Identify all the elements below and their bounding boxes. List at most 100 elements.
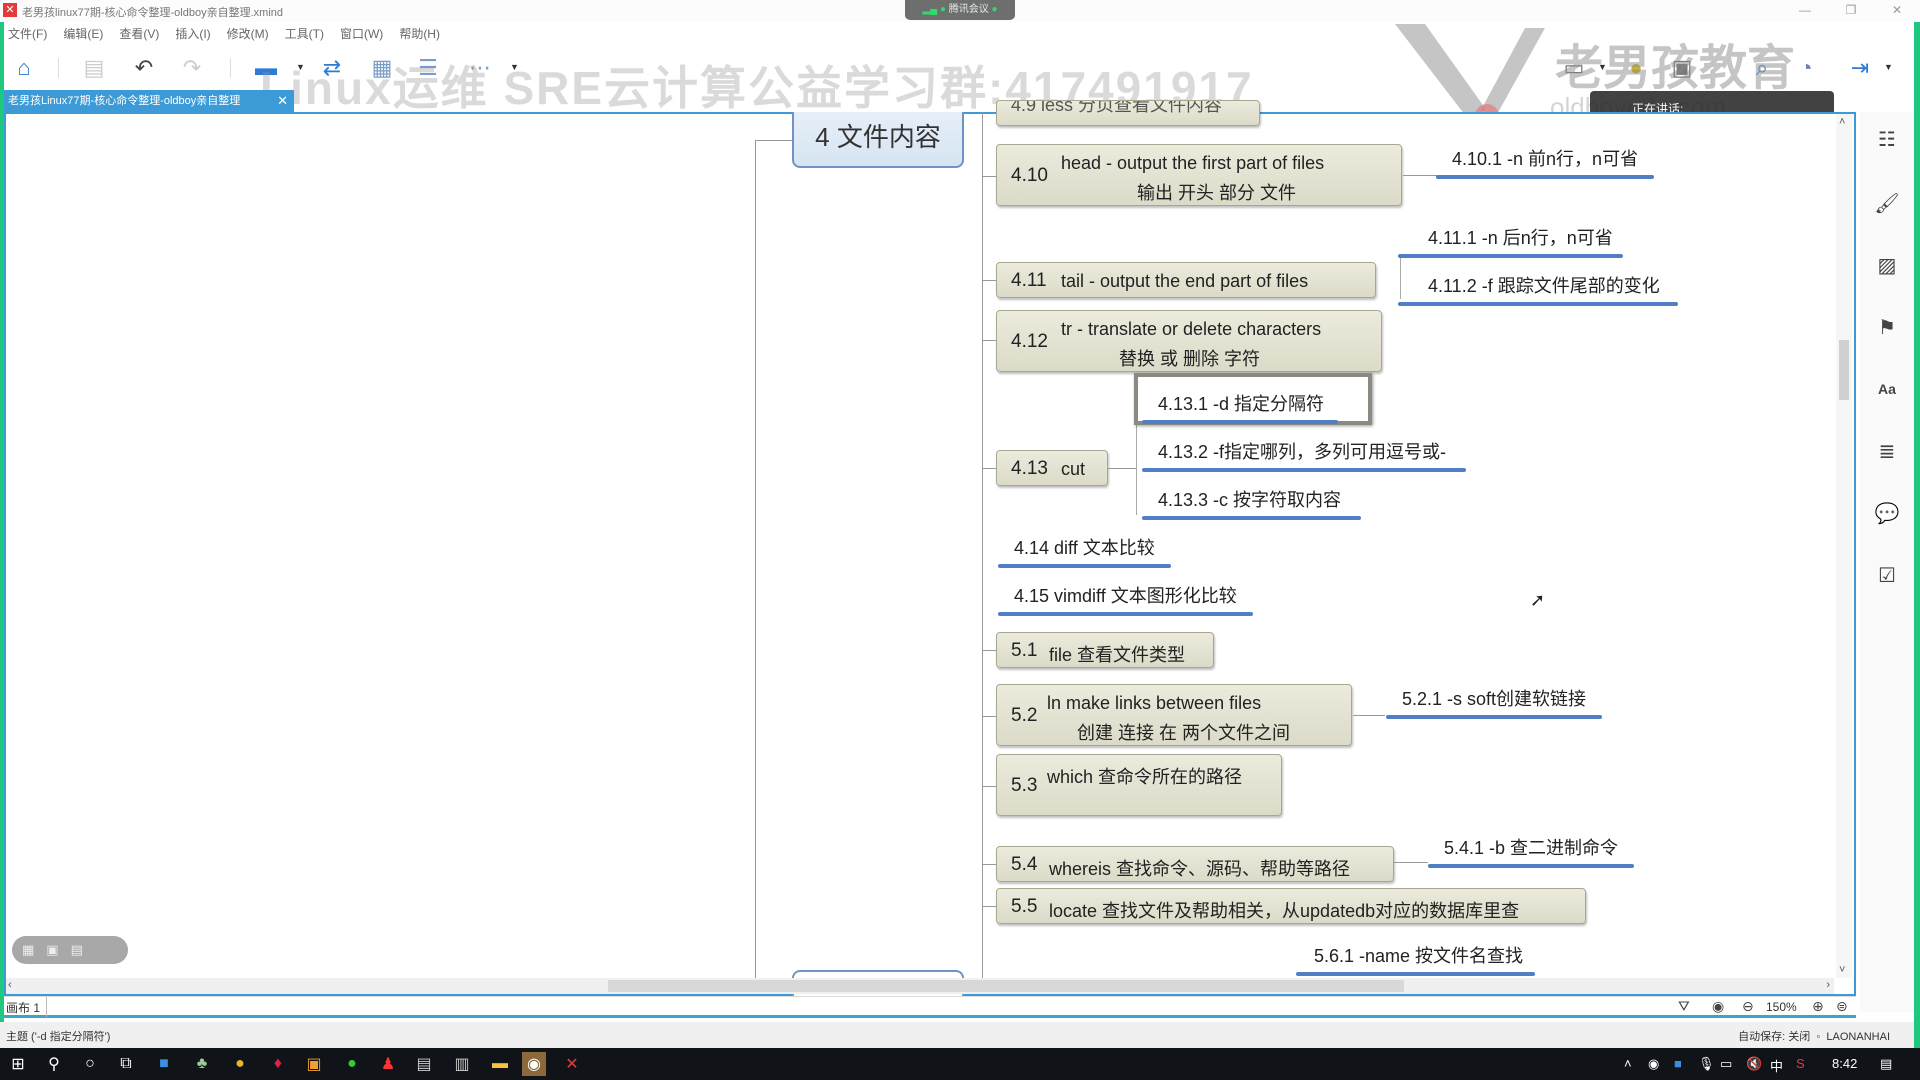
menu-window[interactable]: 窗口(W) xyxy=(338,22,391,44)
relationship-icon[interactable]: ⇄ xyxy=(318,54,346,82)
chevron-down-icon[interactable]: ▼ xyxy=(510,62,519,72)
zoom-in-icon[interactable]: ⊕ xyxy=(1812,998,1824,1015)
more-icon[interactable]: ⋯ xyxy=(466,54,494,82)
summary-icon[interactable]: ▦ xyxy=(368,54,396,82)
topic-node-4-14[interactable]: 4.14 diff 文本比较 xyxy=(998,534,1171,568)
image-icon[interactable]: ▣ xyxy=(1668,54,1696,82)
filter-icon[interactable]: ⛛ xyxy=(1678,998,1690,1015)
topic-node-5-3[interactable]: 5.3 which 查命令所在的路径 xyxy=(996,754,1282,816)
zoom-menu-icon[interactable]: ⊜ xyxy=(1836,998,1848,1015)
search-icon[interactable]: ⚲ xyxy=(42,1052,66,1076)
app-icon[interactable]: ♦ xyxy=(266,1052,290,1076)
meeting-indicator[interactable]: ▂▄ ● 腾讯会议 ● xyxy=(905,0,1015,20)
topic-node-4-13[interactable]: 4.13 cut xyxy=(996,450,1108,486)
grid-icon[interactable]: ▦ xyxy=(22,942,34,958)
redo-icon[interactable]: ↷ xyxy=(178,54,206,82)
tray-app-icon[interactable]: ■ xyxy=(1674,1056,1682,1071)
subtopic-4-11-2[interactable]: 4.11.2 -f 跟踪文件尾部的变化 xyxy=(1398,272,1678,306)
clock[interactable]: 8:42 xyxy=(1832,1056,1857,1071)
fit-icon[interactable]: ▣ xyxy=(46,942,58,958)
menu-file[interactable]: 文件(F) xyxy=(6,22,55,44)
subtopic-5-4-1[interactable]: 5.4.1 -b 查二进制命令 xyxy=(1428,834,1635,868)
tray-app-icon[interactable]: ◉ xyxy=(1648,1056,1659,1072)
app-icon[interactable]: ■ xyxy=(152,1052,176,1076)
wechat-icon[interactable]: ● xyxy=(340,1052,364,1076)
subtopic-5-6-1[interactable]: 5.6.1 -name 按文件名查找 xyxy=(1296,942,1536,976)
search-icon[interactable]: ⌕ xyxy=(1748,54,1776,82)
app-icon[interactable]: ▤ xyxy=(412,1052,436,1076)
share-icon[interactable]: ◔ xyxy=(1792,54,1820,82)
qq-icon[interactable]: ♟ xyxy=(376,1052,400,1076)
format-brush-icon[interactable]: 🖌 xyxy=(1874,190,1900,216)
file-explorer-icon[interactable]: ▬ xyxy=(488,1052,512,1076)
export-icon[interactable]: ⇥ xyxy=(1846,54,1874,82)
image-icon[interactable]: ▨ xyxy=(1874,252,1900,278)
topic-node-5-2[interactable]: 5.2 ln make links between files 创建 连接 在 … xyxy=(996,684,1352,746)
chevron-down-icon[interactable]: ▼ xyxy=(1598,62,1607,72)
topic-node-4-15[interactable]: 4.15 vimdiff 文本图形化比较 xyxy=(998,582,1253,616)
app-icon[interactable]: ▣ xyxy=(302,1052,326,1076)
topic-node-4-12[interactable]: 4.12 tr - translate or delete characters… xyxy=(996,310,1382,372)
subtopic-4-13-3[interactable]: 4.13.3 -c 按字符取内容 xyxy=(1142,486,1362,520)
save-icon[interactable]: ▤ xyxy=(80,54,108,82)
marker-icon[interactable]: ● xyxy=(1622,54,1650,82)
comments-icon[interactable]: 💬 xyxy=(1874,500,1900,526)
tray-expand-icon[interactable]: ˄ xyxy=(1624,1056,1632,1071)
flag-marker-icon[interactable]: ⚑ xyxy=(1874,314,1900,340)
microphone-icon[interactable]: 🎙 xyxy=(1698,1056,1715,1072)
menu-tools[interactable]: 工具(T) xyxy=(283,22,332,44)
oldboy-icon[interactable]: ◉ xyxy=(522,1052,546,1076)
network-icon[interactable]: ▭ xyxy=(1720,1056,1732,1072)
subtopic-4-13-2[interactable]: 4.13.2 -f指定哪列，多列可用逗号或- xyxy=(1142,438,1467,472)
subtopic-4-13-1[interactable]: 4.13.1 -d 指定分隔符 xyxy=(1142,390,1339,424)
chevron-down-icon[interactable]: ▼ xyxy=(296,62,305,72)
horizontal-scroll-thumb[interactable] xyxy=(608,980,1404,992)
volume-muted-icon[interactable]: 🔇 xyxy=(1746,1056,1762,1072)
text-style-icon[interactable]: Aa xyxy=(1874,376,1900,402)
subtopic-4-10-1[interactable]: 4.10.1 -n 前n行，n可省 xyxy=(1436,145,1655,179)
subtopic-5-2-1[interactable]: 5.2.1 -s soft创建软链接 xyxy=(1386,685,1603,719)
outline-icon[interactable]: ☷ xyxy=(1874,126,1900,152)
app-icon[interactable]: ♣ xyxy=(190,1052,214,1076)
floating-view-controls[interactable]: ▦ ▣ ▤ xyxy=(12,936,128,964)
menu-help[interactable]: 帮助(H) xyxy=(397,22,448,44)
present-icon[interactable]: ▤ xyxy=(71,942,83,958)
xmind-icon[interactable]: ✕ xyxy=(560,1052,584,1076)
menu-modify[interactable]: 修改(M) xyxy=(225,22,277,44)
vertical-scrollbar[interactable]: ˄ ˅ xyxy=(1836,114,1852,978)
menu-edit[interactable]: 编辑(E) xyxy=(61,22,111,44)
cortana-icon[interactable]: ○ xyxy=(78,1052,102,1076)
menu-view[interactable]: 查看(V) xyxy=(117,22,167,44)
maximize-button[interactable]: ❐ xyxy=(1828,0,1874,22)
topic-node-5-4[interactable]: 5.4 whereis 查找命令、源码、帮助等路径 xyxy=(996,846,1394,882)
zoom-out-icon[interactable]: ⊖ xyxy=(1742,998,1754,1015)
topic-node-4-9[interactable]: 4.9 less 分页查看文件内容 xyxy=(996,100,1260,126)
topic-node-4-11[interactable]: 4.11 tail - output the end part of files xyxy=(996,262,1376,298)
topic-icon[interactable]: ▬ xyxy=(252,54,280,82)
main-topic[interactable]: 4 文件内容 xyxy=(792,112,964,168)
close-icon[interactable]: ✕ xyxy=(277,90,288,112)
app-icon[interactable]: ▥ xyxy=(450,1052,474,1076)
eye-icon[interactable]: ◉ xyxy=(1712,998,1724,1015)
sheet-tab[interactable]: 画布 1 xyxy=(6,999,40,1016)
layout-icon[interactable]: ▭ xyxy=(1560,54,1588,82)
topic-node-4-10[interactable]: 4.10 head - output the first part of fil… xyxy=(996,144,1402,206)
notes-icon[interactable]: ≣ xyxy=(1874,438,1900,464)
scroll-left-icon[interactable]: ‹ xyxy=(8,979,12,991)
menu-insert[interactable]: 插入(I) xyxy=(173,22,218,44)
topic-node-5-1[interactable]: 5.1 file 查看文件类型 xyxy=(996,632,1214,668)
autosave-status[interactable]: 自动保存: 关闭 xyxy=(1738,1031,1810,1043)
undo-icon[interactable]: ↶ xyxy=(130,54,158,82)
minimize-button[interactable]: — xyxy=(1782,0,1828,22)
boundary-icon[interactable]: ☰ xyxy=(414,54,442,82)
sogou-icon[interactable]: S xyxy=(1796,1056,1805,1071)
scroll-down-icon[interactable]: ˅ xyxy=(1839,964,1845,976)
vertical-scroll-thumb[interactable] xyxy=(1839,340,1849,400)
scroll-right-icon[interactable]: › xyxy=(1826,979,1830,991)
home-icon[interactable]: ⌂ xyxy=(10,54,38,82)
document-tab[interactable]: 老男孩Linux77期-核心命令整理-oldboy亲自整理 ✕ xyxy=(4,90,294,112)
windows-start-icon[interactable]: ⊞ xyxy=(6,1052,30,1076)
input-method[interactable]: 中 xyxy=(1770,1056,1783,1075)
scroll-up-icon[interactable]: ˄ xyxy=(1839,116,1845,128)
close-button[interactable]: ✕ xyxy=(1874,0,1920,22)
